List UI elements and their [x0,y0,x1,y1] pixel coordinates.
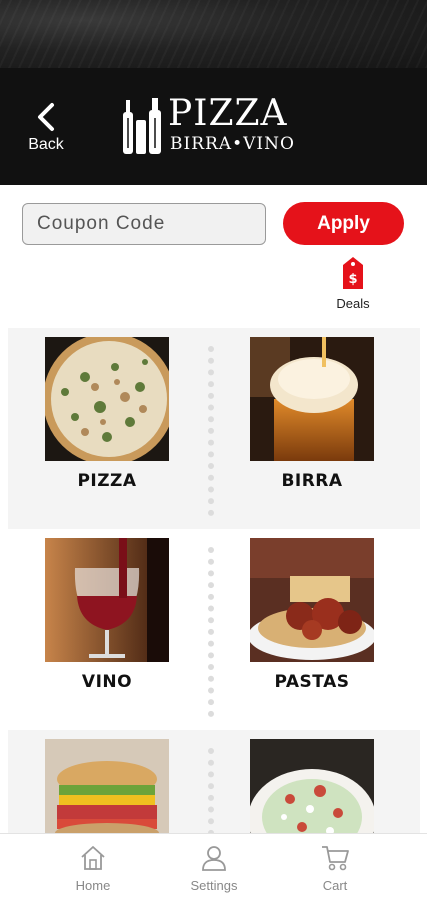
back-button[interactable]: Back [18,102,74,156]
pasta-photo [250,538,374,662]
tab-label: Cart [322,878,348,893]
category-label: PIZZA [77,471,137,491]
tab-home[interactable]: Home [48,844,138,893]
bottom-tab-bar: Home Settings Cart [0,833,427,900]
category-tile-pastas[interactable]: PASTAS [250,538,374,692]
menu-row: PIZZA BIRRA [8,328,420,529]
logo-title: PIZZA [168,93,288,134]
cart-icon [322,846,349,871]
menu-row [8,730,420,833]
chevron-left-icon [38,103,54,131]
dotted-divider [208,547,214,717]
dotted-divider [208,748,214,833]
tab-cart[interactable]: Cart [290,844,380,893]
tab-label: Home [75,878,111,893]
home-icon [81,846,105,870]
category-tile-birra[interactable]: BIRRA [250,337,374,491]
app-screen: Back PIZZA BIRRA•VINO Apply $ Deals [0,0,427,900]
coupon-code-input[interactable] [22,203,266,245]
menu-category-grid: PIZZA BIRRA VINO PASTAS [8,328,420,833]
apply-button[interactable]: Apply [283,202,404,245]
price-tag-icon: $ [343,257,363,289]
category-tile-pizza[interactable]: PIZZA [45,337,169,491]
logo-subtitle: BIRRA•VINO [170,134,295,154]
category-tile-salad[interactable] [250,739,374,833]
back-label: Back [28,136,64,153]
sandwich-photo [45,739,169,833]
beer-photo [250,337,374,461]
brand-logo: PIZZA BIRRA•VINO [120,93,310,160]
category-tile-vino[interactable]: VINO [45,538,169,692]
category-tile-sandwich[interactable] [45,739,169,833]
tab-settings[interactable]: Settings [169,844,259,893]
category-label: PASTAS [274,672,350,692]
chalkboard-banner [0,0,427,68]
category-label: BIRRA [281,471,343,491]
deals-label: Deals [336,296,370,311]
wine-photo [45,538,169,662]
menu-row: VINO PASTAS [8,529,420,730]
svg-text:$: $ [348,272,357,287]
app-header: Back PIZZA BIRRA•VINO [0,68,427,185]
salad-photo [250,739,374,833]
user-icon [202,846,226,871]
pizza-photo [45,337,169,461]
dotted-divider [208,346,214,516]
deals-button[interactable]: $ Deals [330,256,376,320]
tab-label: Settings [190,878,238,893]
bottles-logo-icon [123,98,161,154]
category-label: VINO [81,672,133,692]
